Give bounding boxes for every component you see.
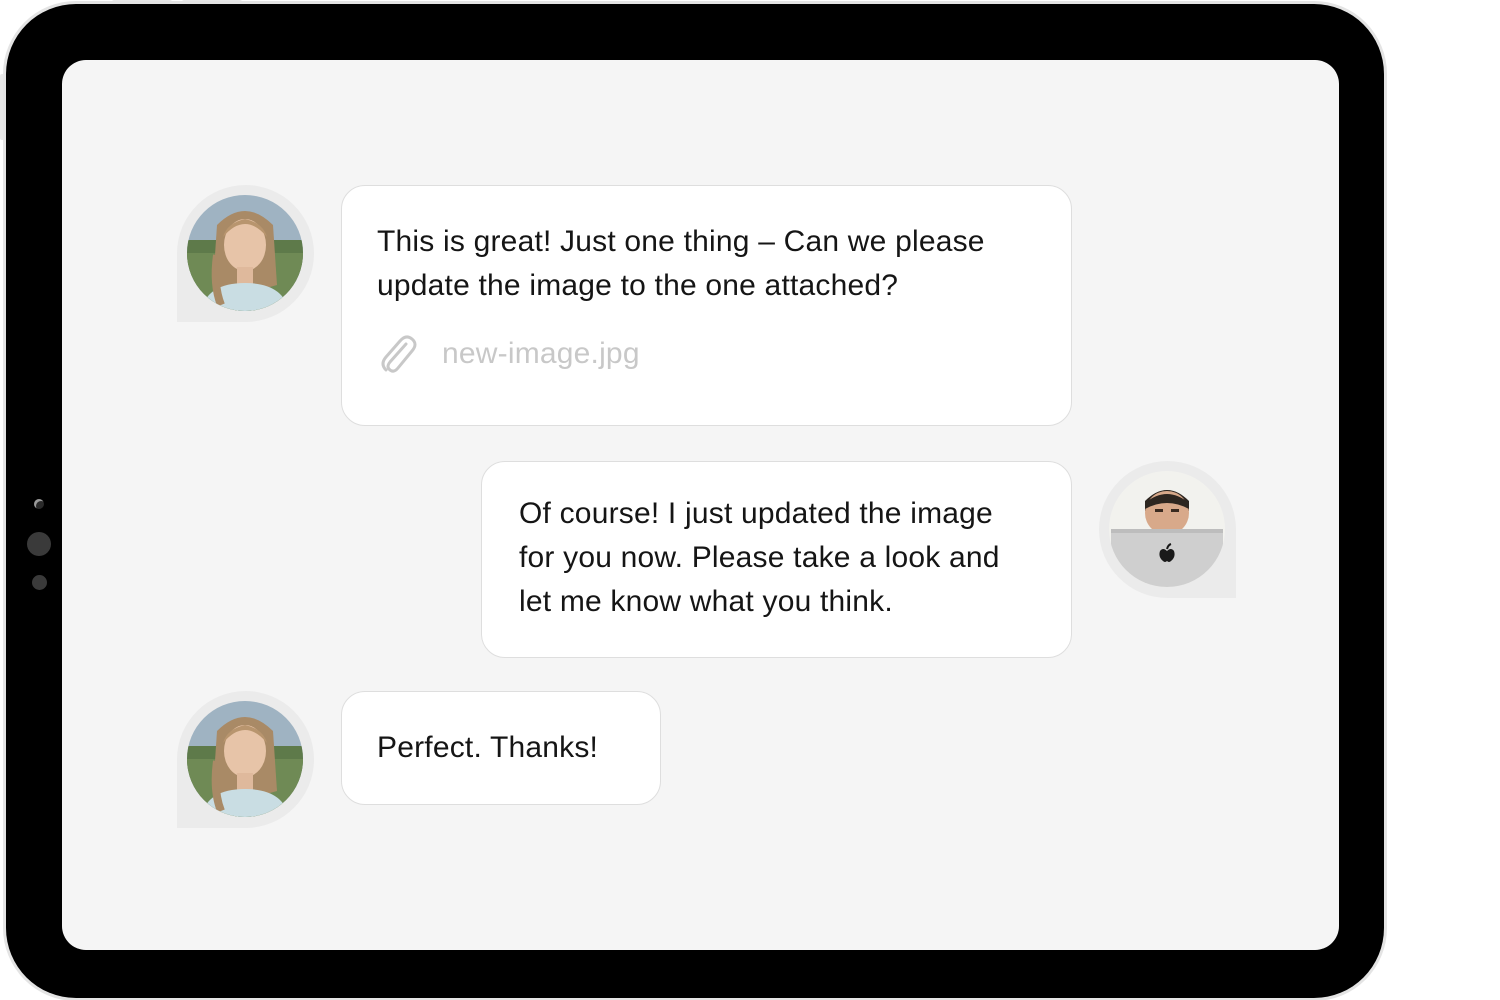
customer-photo <box>187 195 303 311</box>
agent-photo <box>1109 471 1225 587</box>
customer-avatar <box>177 691 314 828</box>
power-button <box>0 74 5 140</box>
message-line: for you now. Please take a look and <box>519 541 1000 574</box>
camera-lens-icon <box>34 499 44 509</box>
paperclip-icon <box>378 332 418 376</box>
attachment-filename: new-image.jpg <box>442 337 640 370</box>
chat-screen: This is great! Just one thing – Can we p… <box>62 60 1339 950</box>
camera-sensor-icon <box>27 532 51 556</box>
message-bubble-agent: Of course! I just updated the image for … <box>481 461 1072 658</box>
message-line: let me know what you think. <box>519 585 893 618</box>
message-line: Of course! I just updated the image <box>519 497 993 530</box>
agent-avatar <box>1099 461 1236 598</box>
customer-photo <box>187 701 303 817</box>
customer-avatar <box>177 185 314 322</box>
message-bubble-customer: This is great! Just one thing – Can we p… <box>341 185 1072 426</box>
attachment-link[interactable]: new-image.jpg <box>378 332 640 376</box>
message-line: Perfect. Thanks! <box>377 731 599 764</box>
message-line: update the image to the one attached? <box>377 269 899 302</box>
message-bubble-customer: Perfect. Thanks! <box>341 691 661 805</box>
camera-flash-icon <box>32 575 47 590</box>
message-line: This is great! Just one thing – Can we p… <box>377 225 985 258</box>
page: This is great! Just one thing – Can we p… <box>0 0 1500 1000</box>
tablet-device: This is great! Just one thing – Can we p… <box>6 4 1384 998</box>
